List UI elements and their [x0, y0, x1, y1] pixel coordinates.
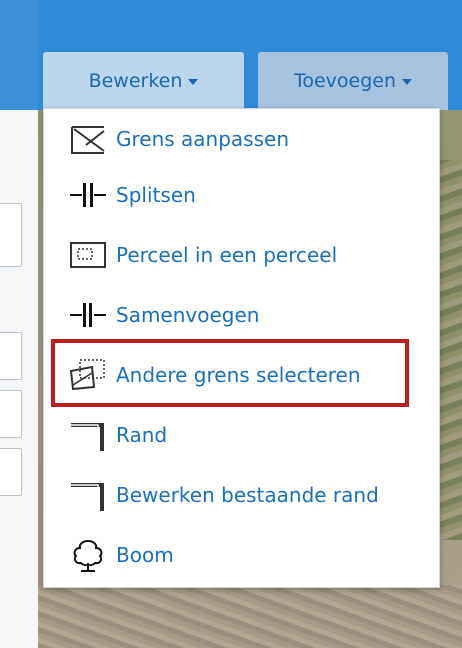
- menu-item-splitsen[interactable]: Splitsen: [44, 167, 439, 223]
- merge-icon: [70, 303, 106, 327]
- side-panel-field[interactable]: [0, 203, 22, 267]
- menu-item-samenvoegen[interactable]: Samenvoegen: [44, 287, 439, 343]
- menu-item-bewerken-bestaande-rand[interactable]: Bewerken bestaande rand: [44, 467, 439, 523]
- menu-item-label: Samenvoegen: [116, 303, 260, 327]
- side-panel-field[interactable]: [0, 448, 22, 496]
- map-field-texture: [38, 585, 462, 648]
- menu-item-grens-aanpassen[interactable]: Grens aanpassen: [44, 111, 439, 167]
- tab-add[interactable]: Toevoegen: [258, 52, 448, 110]
- menu-item-label: Splitsen: [116, 183, 196, 207]
- menu-item-label: Bewerken bestaande rand: [116, 483, 379, 507]
- side-panel-field[interactable]: [0, 390, 22, 438]
- tab-edit[interactable]: Bewerken: [43, 52, 244, 110]
- menu-item-label: Rand: [116, 423, 168, 447]
- menu-item-rand[interactable]: Rand: [44, 407, 439, 463]
- side-panel-field[interactable]: [0, 332, 22, 380]
- chevron-down-icon: [188, 79, 199, 85]
- tree-icon: [73, 539, 103, 572]
- tab-add-label: Toevoegen: [293, 70, 397, 92]
- menu-item-label: Grens aanpassen: [116, 127, 289, 151]
- edge-icon: [71, 423, 104, 451]
- tab-edit-label: Bewerken: [88, 70, 183, 92]
- parcel-in-parcel-icon: [70, 242, 106, 268]
- split-icon: [70, 183, 106, 207]
- menu-item-perceel-in-een-perceel[interactable]: Perceel in een perceel: [44, 227, 439, 283]
- top-bar-left: [0, 0, 38, 110]
- adjust-boundary-icon: [71, 126, 105, 154]
- menu-item-label: Perceel in een perceel: [116, 243, 338, 267]
- menu-item-label: Boom: [116, 543, 174, 567]
- edit-existing-edge-icon: [71, 483, 104, 511]
- chevron-down-icon: [402, 79, 413, 85]
- side-panel: [0, 110, 39, 648]
- menu-item-boom[interactable]: Boom: [44, 527, 439, 583]
- highlight-box: [51, 339, 409, 407]
